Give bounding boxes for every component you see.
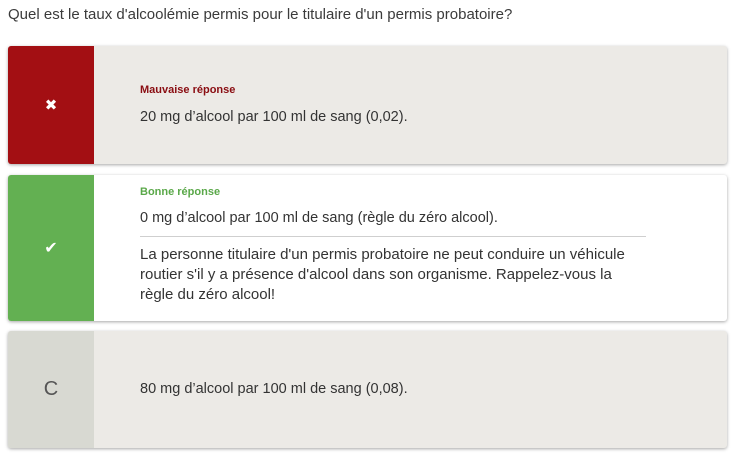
explanation-text: La personne titulaire d'un permis probat…	[140, 246, 625, 303]
question-text: Quel est le taux d'alcoolémie permis pou…	[8, 6, 513, 23]
answer-marker: ✔	[8, 175, 94, 321]
answer-marker: C	[8, 331, 94, 448]
answer-text: 0 mg d’alcool par 100 ml de sang (règle …	[140, 210, 498, 226]
check-icon: ✔	[44, 240, 58, 257]
answer-text: 80 mg d’alcool par 100 ml de sang (0,08)…	[140, 381, 408, 397]
answer-marker: ✖	[8, 46, 94, 164]
cross-icon: ✖	[44, 97, 58, 114]
divider	[140, 236, 646, 237]
answer-option-correct[interactable]: ✔ Bonne réponse 0 mg d’alcool par 100 ml…	[8, 175, 727, 321]
answer-text: 20 mg d’alcool par 100 ml de sang (0,02)…	[140, 109, 408, 125]
answer-body: Bonne réponse 0 mg d’alcool par 100 ml d…	[94, 175, 727, 321]
answer-option-c[interactable]: C 80 mg d’alcool par 100 ml de sang (0,0…	[8, 331, 727, 448]
status-label: Mauvaise réponse	[140, 84, 236, 96]
status-label: Bonne réponse	[140, 186, 221, 198]
answer-body: 80 mg d’alcool par 100 ml de sang (0,08)…	[94, 331, 727, 448]
answer-body: Mauvaise réponse 20 mg d’alcool par 100 …	[94, 46, 727, 164]
answer-option-wrong[interactable]: ✖ Mauvaise réponse 20 mg d’alcool par 10…	[8, 46, 727, 164]
option-letter: C	[43, 378, 59, 400]
